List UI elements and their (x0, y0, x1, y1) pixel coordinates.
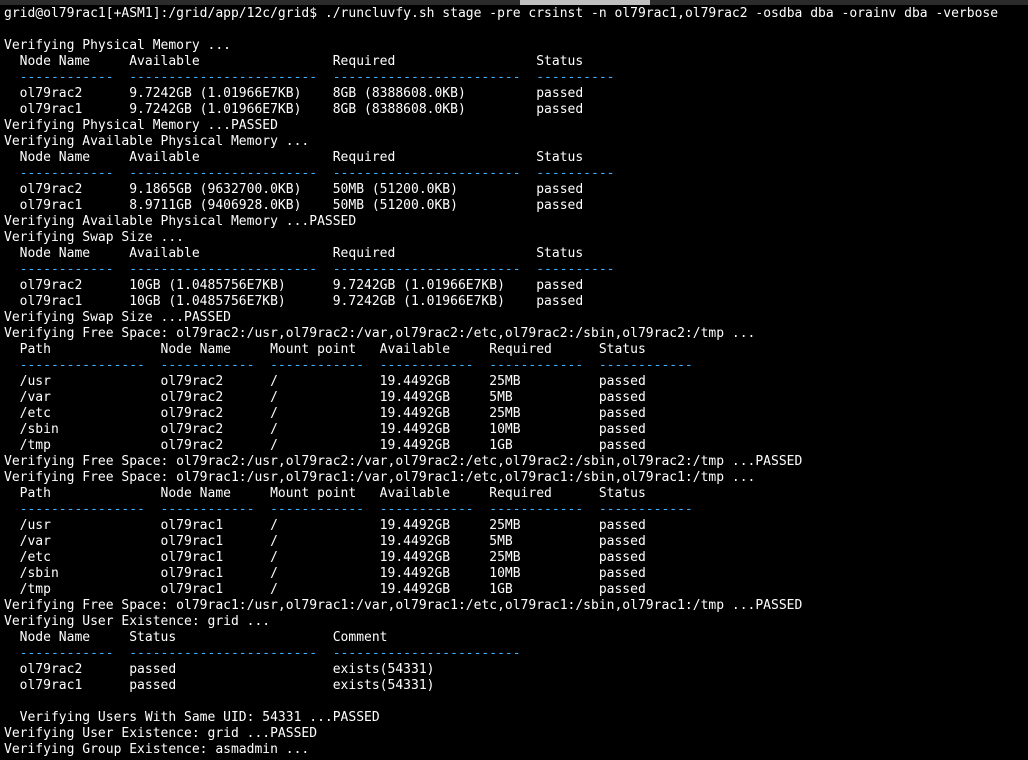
output-line: ol79rac1 8.9711GB (9406928.0KB) 50MB (51… (4, 198, 584, 213)
output-line: /tmp ol79rac1 / 19.4492GB 1GB passed (4, 582, 646, 597)
table-rule-line: ------------ ------------------------ --… (4, 70, 615, 85)
command-option: -n (591, 6, 607, 21)
command-option: -verbose (935, 6, 999, 21)
output-line: /var ol79rac2 / 19.4492GB 5MB passed (4, 390, 646, 405)
output-line: Verifying Free Space: ol79rac2:/usr,ol79… (4, 454, 803, 469)
output-line: Node Name Available Required Status (4, 246, 584, 261)
output-line: Verifying Physical Memory ...PASSED (4, 118, 278, 133)
command-text: ol79rac1,ol79rac2 (606, 6, 756, 21)
output-line: ol79rac1 9.7242GB (1.01966E7KB) 8GB (838… (4, 102, 584, 117)
command-text: crsinst (520, 6, 592, 21)
command-text: dba (896, 6, 936, 21)
output-line: Verifying User Existence: grid ...PASSED (4, 726, 318, 741)
output-line: Verifying User Existence: grid ... (4, 614, 271, 629)
output-line: /tmp ol79rac2 / 19.4492GB 1GB passed (4, 438, 646, 453)
table-rule-line: ------------ ------------------------ --… (4, 166, 615, 181)
output-line: /etc ol79rac1 / 19.4492GB 25MB passed (4, 550, 646, 565)
output-line: Node Name Status Comment (4, 630, 388, 645)
terminal-window[interactable]: grid@ol79rac1[+ASM1]:/grid/app/12c/grid$… (0, 0, 1028, 760)
active-tab-indicator[interactable] (520, 0, 650, 5)
output-line: Verifying Free Space: ol79rac1:/usr,ol79… (4, 598, 803, 613)
output-line: ol79rac2 9.1865GB (9632700.0KB) 50MB (51… (4, 182, 584, 197)
command-option: -pre (489, 6, 521, 21)
command-option: -osdba (755, 6, 803, 21)
command-line: grid@ol79rac1[+ASM1]:/grid/app/12c/grid$… (4, 6, 1026, 22)
output-line: Verifying Free Space: ol79rac2:/usr,ol79… (4, 326, 756, 341)
table-rule-line: ---------------- ------------ ----------… (4, 358, 693, 373)
terminal-output: grid@ol79rac1[+ASM1]:/grid/app/12c/grid$… (4, 6, 1026, 758)
output-line: /sbin ol79rac1 / 19.4492GB 10MB passed (4, 566, 646, 581)
output-line: Path Node Name Mount point Available Req… (4, 486, 646, 501)
output-line: /etc ol79rac2 / 19.4492GB 25MB passed (4, 406, 646, 421)
output-line: Verifying Physical Memory ... (4, 38, 231, 53)
output-line: Verifying Available Physical Memory ... (4, 134, 310, 149)
command-text: grid@ol79rac1[+ASM1]:/grid/app/12c/grid$… (4, 6, 490, 21)
output-line: Verifying Swap Size ...PASSED (4, 310, 231, 325)
output-line: Verifying Swap Size ... (4, 230, 185, 245)
output-line: Verifying Free Space: ol79rac1:/usr,ol79… (4, 470, 756, 485)
output-line: ol79rac1 10GB (1.0485756E7KB) 9.7242GB (… (4, 294, 584, 309)
output-line: /var ol79rac1 / 19.4492GB 5MB passed (4, 534, 646, 549)
output-line: Node Name Available Required Status (4, 150, 584, 165)
table-rule-line: ---------------- ------------ ----------… (4, 502, 693, 517)
output-lines: Verifying Physical Memory ... Node Name … (4, 22, 1026, 758)
output-line: /sbin ol79rac2 / 19.4492GB 10MB passed (4, 422, 646, 437)
output-line: Node Name Available Required Status (4, 54, 584, 69)
output-line: ol79rac1 passed exists(54331) (4, 678, 435, 693)
output-line: ol79rac2 passed exists(54331) (4, 662, 435, 677)
command-option: -orainv (841, 6, 897, 21)
output-line: /usr ol79rac2 / 19.4492GB 25MB passed (4, 374, 646, 389)
output-line: Verifying Group Existence: asmadmin ... (4, 742, 310, 757)
output-line: Verifying Users With Same UID: 54331 ...… (4, 710, 380, 725)
output-line: ol79rac2 10GB (1.0485756E7KB) 9.7242GB (… (4, 278, 584, 293)
command-text: dba (802, 6, 842, 21)
window-top-strip (0, 0, 1028, 5)
output-line: Path Node Name Mount point Available Req… (4, 342, 646, 357)
table-rule-line: ------------ ------------------------ --… (4, 646, 521, 661)
output-line: /usr ol79rac1 / 19.4492GB 25MB passed (4, 518, 646, 533)
output-line: ol79rac2 9.7242GB (1.01966E7KB) 8GB (838… (4, 86, 584, 101)
table-rule-line: ------------ ------------------------ --… (4, 262, 615, 277)
output-line: Verifying Available Physical Memory ...P… (4, 214, 357, 229)
